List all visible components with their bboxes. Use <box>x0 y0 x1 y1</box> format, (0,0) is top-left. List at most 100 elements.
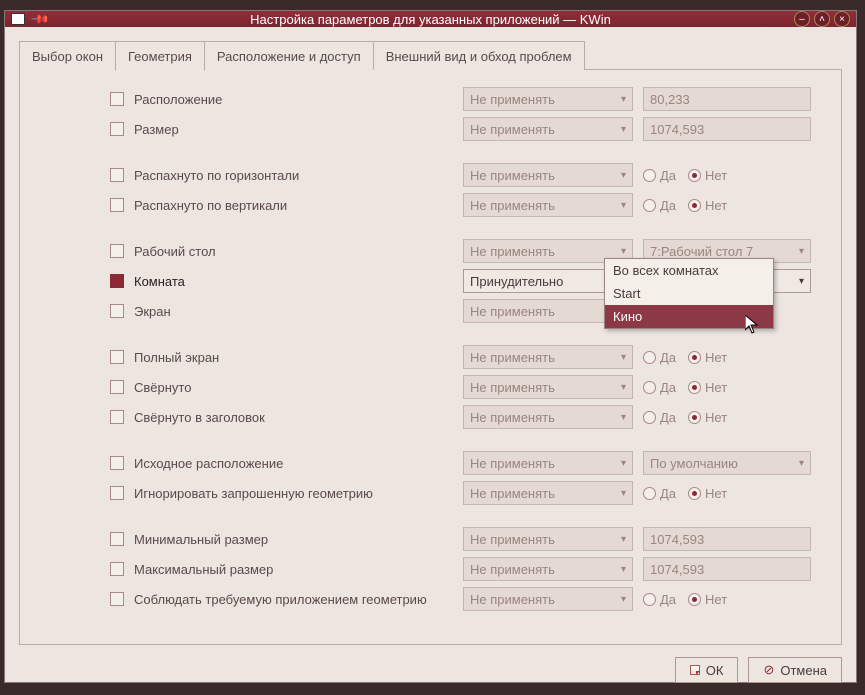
cancel-button[interactable]: Отмена <box>748 657 842 683</box>
input-size-value[interactable]: 1074,593 <box>643 117 811 141</box>
input-position-value[interactable]: 80,233 <box>643 87 811 111</box>
radio-strict-geom-no[interactable]: Нет <box>688 592 727 607</box>
checkbox-screen[interactable] <box>110 304 124 318</box>
label-shaded: Свёрнуто в заголовок <box>134 410 265 425</box>
radio-shaded: Да Нет <box>643 410 811 425</box>
checkbox-size[interactable] <box>110 122 124 136</box>
combo-strict-geom-rule[interactable]: Не применять <box>463 587 633 611</box>
cancel-icon <box>763 662 774 678</box>
radio-ignore-geom-yes[interactable]: Да <box>643 486 676 501</box>
tab-placement[interactable]: Расположение и доступ <box>204 41 374 70</box>
tab-panel-geometry: Расположение Не применять 80,233 Размер … <box>19 69 842 645</box>
radio-minimized: Да Нет <box>643 380 811 395</box>
row-shaded: Свёрнуто в заголовок Не применять Да Нет <box>30 402 811 432</box>
label-max-size: Максимальный размер <box>134 562 273 577</box>
combo-max-h-rule[interactable]: Не применять <box>463 163 633 187</box>
label-strict-geom: Соблюдать требуемую приложением геометри… <box>134 592 427 607</box>
tab-geometry[interactable]: Геометрия <box>115 41 205 71</box>
label-size: Размер <box>134 122 179 137</box>
combo-max-v-rule[interactable]: Не применять <box>463 193 633 217</box>
checkbox-init-pos[interactable] <box>110 456 124 470</box>
maximize-button[interactable]: ˄ <box>814 11 830 27</box>
dropdown-item-all-rooms[interactable]: Во всех комнатах <box>605 259 773 282</box>
row-max-size: Максимальный размер Не применять 1074,59… <box>30 554 811 584</box>
radio-fullscreen-yes[interactable]: Да <box>643 350 676 365</box>
group-limits: Минимальный размер Не применять 1074,593… <box>30 524 811 614</box>
tab-window-select[interactable]: Выбор окон <box>19 41 116 70</box>
combo-shaded-rule[interactable]: Не применять <box>463 405 633 429</box>
group-size-pos: Расположение Не применять 80,233 Размер … <box>30 84 811 144</box>
checkbox-min-size[interactable] <box>110 532 124 546</box>
pin-icon[interactable]: 📌 <box>30 9 50 29</box>
combo-init-pos-value[interactable]: По умолчанию <box>643 451 811 475</box>
room-dropdown-popup: Во всех комнатах Start Кино <box>604 258 774 329</box>
checkbox-max-h[interactable] <box>110 168 124 182</box>
row-max-h: Распахнуто по горизонтали Не применять Д… <box>30 160 811 190</box>
button-bar: ОК Отмена <box>5 645 856 695</box>
radio-max-v-no[interactable]: Нет <box>688 198 727 213</box>
combo-position-rule[interactable]: Не применять <box>463 87 633 111</box>
radio-max-v-yes[interactable]: Да <box>643 198 676 213</box>
radio-shaded-no[interactable]: Нет <box>688 410 727 425</box>
window-title: Настройка параметров для указанных прило… <box>250 12 611 27</box>
radio-strict-geom: Да Нет <box>643 592 811 607</box>
checkbox-fullscreen[interactable] <box>110 350 124 364</box>
tab-appearance[interactable]: Внешний вид и обход проблем <box>373 41 585 70</box>
label-min-size: Минимальный размер <box>134 532 268 547</box>
ok-button[interactable]: ОК <box>675 657 739 683</box>
row-strict-geom: Соблюдать требуемую приложением геометри… <box>30 584 811 614</box>
checkbox-max-size[interactable] <box>110 562 124 576</box>
checkbox-desktop[interactable] <box>110 244 124 258</box>
checkbox-max-v[interactable] <box>110 198 124 212</box>
radio-fullscreen-no[interactable]: Нет <box>688 350 727 365</box>
tabs: Выбор окон Геометрия Расположение и дост… <box>19 41 842 70</box>
checkbox-strict-geom[interactable] <box>110 592 124 606</box>
group-state: Полный экран Не применять Да Нет Свёрнут… <box>30 342 811 432</box>
radio-max-h-no[interactable]: Нет <box>688 168 727 183</box>
radio-max-h: Да Нет <box>643 168 811 183</box>
combo-minimized-rule[interactable]: Не применять <box>463 375 633 399</box>
minimize-button[interactable]: – <box>794 11 810 27</box>
checkbox-position[interactable] <box>110 92 124 106</box>
combo-size-rule[interactable]: Не применять <box>463 117 633 141</box>
checkbox-room[interactable] <box>110 274 124 288</box>
combo-init-pos-rule[interactable]: Не применять <box>463 451 633 475</box>
radio-ignore-geom-no[interactable]: Нет <box>688 486 727 501</box>
row-position: Расположение Не применять 80,233 <box>30 84 811 114</box>
label-ignore-geom: Игнорировать запрошенную геометрию <box>134 486 373 501</box>
checkbox-minimized[interactable] <box>110 380 124 394</box>
row-size: Размер Не применять 1074,593 <box>30 114 811 144</box>
label-desktop: Рабочий стол <box>134 244 216 259</box>
label-screen: Экран <box>134 304 171 319</box>
combo-fullscreen-rule[interactable]: Не применять <box>463 345 633 369</box>
radio-minimized-yes[interactable]: Да <box>643 380 676 395</box>
label-room: Комната <box>134 274 185 289</box>
dialog-window: 📌 Настройка параметров для указанных при… <box>4 10 857 683</box>
input-min-size[interactable]: 1074,593 <box>643 527 811 551</box>
radio-strict-geom-yes[interactable]: Да <box>643 592 676 607</box>
titlebar-buttons: – ˄ × <box>794 11 850 27</box>
input-max-size[interactable]: 1074,593 <box>643 557 811 581</box>
combo-ignore-geom-rule[interactable]: Не применять <box>463 481 633 505</box>
ok-icon <box>690 665 700 675</box>
dropdown-item-start[interactable]: Start <box>605 282 773 305</box>
titlebar: 📌 Настройка параметров для указанных при… <box>5 11 856 27</box>
radio-max-h-yes[interactable]: Да <box>643 168 676 183</box>
row-ignore-geom: Игнорировать запрошенную геометрию Не пр… <box>30 478 811 508</box>
radio-minimized-no[interactable]: Нет <box>688 380 727 395</box>
label-minimized: Свёрнуто <box>134 380 191 395</box>
row-min-size: Минимальный размер Не применять 1074,593 <box>30 524 811 554</box>
dropdown-item-cinema[interactable]: Кино <box>605 305 773 328</box>
checkbox-shaded[interactable] <box>110 410 124 424</box>
checkbox-ignore-geom[interactable] <box>110 486 124 500</box>
close-button[interactable]: × <box>834 11 850 27</box>
radio-fullscreen: Да Нет <box>643 350 811 365</box>
combo-max-size-rule[interactable]: Не применять <box>463 557 633 581</box>
label-max-v: Распахнуто по вертикали <box>134 198 287 213</box>
content-area: Выбор окон Геометрия Расположение и дост… <box>5 27 856 645</box>
radio-shaded-yes[interactable]: Да <box>643 410 676 425</box>
combo-min-size-rule[interactable]: Не применять <box>463 527 633 551</box>
group-placement: Исходное расположение Не применять По ум… <box>30 448 811 508</box>
group-maximize: Распахнуто по горизонтали Не применять Д… <box>30 160 811 220</box>
row-max-v: Распахнуто по вертикали Не применять Да … <box>30 190 811 220</box>
